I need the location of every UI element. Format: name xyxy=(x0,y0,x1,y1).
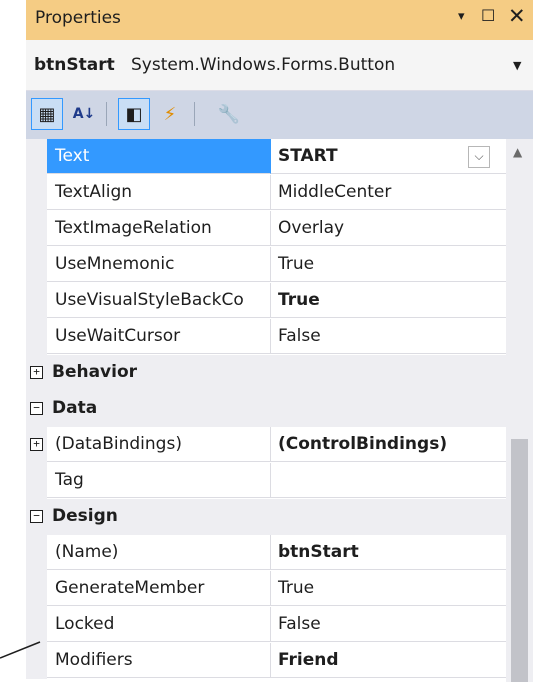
events-button[interactable]: ⚡ xyxy=(154,98,186,130)
expand-icon[interactable]: + xyxy=(30,438,43,451)
property-name[interactable]: Locked xyxy=(47,607,271,642)
property-name[interactable]: TextAlign xyxy=(47,175,271,210)
window-position-dropdown-icon[interactable]: ▾ xyxy=(458,9,465,24)
category-label: Design xyxy=(52,506,118,526)
property-name[interactable]: UseWaitCursor xyxy=(47,319,271,354)
property-name[interactable]: Text xyxy=(47,139,271,174)
properties-icon: ◧ xyxy=(125,103,143,125)
row-gutter xyxy=(26,463,47,499)
events-icon: ⚡ xyxy=(163,103,177,125)
property-value[interactable]: btnStart xyxy=(271,535,506,570)
property-name[interactable]: TextImageRelation xyxy=(47,211,271,246)
close-icon[interactable]: ✕ xyxy=(508,4,526,28)
row-gutter xyxy=(26,283,47,319)
property-row-usevisualstylebackcolor[interactable]: UseVisualStyleBackCo True xyxy=(26,283,506,319)
row-gutter xyxy=(26,247,47,283)
properties-button[interactable]: ◧ xyxy=(118,98,150,130)
property-grid: Text START ⌵ TextAlign MiddleCenter Text… xyxy=(26,139,506,682)
object-selector[interactable]: btnStart System.Windows.Forms.Button ▼ xyxy=(26,40,533,91)
row-gutter xyxy=(26,139,47,175)
value-dropdown-icon[interactable]: ⌵ xyxy=(468,146,490,168)
row-gutter xyxy=(26,175,47,211)
toolbar-separator xyxy=(106,102,107,126)
collapse-icon[interactable]: − xyxy=(30,402,43,415)
maximize-icon[interactable]: ☐ xyxy=(481,6,495,25)
row-gutter xyxy=(26,643,47,679)
property-name[interactable]: UseVisualStyleBackCo xyxy=(47,283,271,318)
alphabetical-button[interactable]: A↓ xyxy=(68,98,100,130)
row-gutter xyxy=(26,607,47,643)
property-row-locked[interactable]: Locked False xyxy=(26,607,506,643)
properties-toolbar: ▦ A↓ ◧ ⚡ 🔧 xyxy=(26,91,533,139)
property-name[interactable]: Tag xyxy=(47,463,271,498)
property-name[interactable]: (Name) xyxy=(47,535,271,570)
vertical-scrollbar[interactable]: ▲ xyxy=(506,139,533,682)
property-name[interactable]: Modifiers xyxy=(47,643,271,678)
property-value[interactable]: False xyxy=(271,319,506,354)
property-value[interactable]: Friend xyxy=(271,643,506,678)
object-type: System.Windows.Forms.Button xyxy=(131,55,396,75)
property-value[interactable]: True xyxy=(271,571,506,606)
object-dropdown-icon[interactable]: ▼ xyxy=(513,59,521,72)
property-row-text[interactable]: Text START ⌵ xyxy=(26,139,506,175)
row-gutter xyxy=(26,571,47,607)
alphabetical-icon: A↓ xyxy=(72,106,96,122)
property-name[interactable]: UseMnemonic xyxy=(47,247,271,282)
row-gutter xyxy=(26,319,47,355)
category-label: Behavior xyxy=(52,362,138,382)
properties-title-bar[interactable]: Properties ▾ ☐ ✕ xyxy=(26,0,533,40)
property-value[interactable]: MiddleCenter xyxy=(271,175,506,210)
toolbar-separator xyxy=(194,102,195,126)
expand-icon[interactable]: + xyxy=(30,366,43,379)
property-pages-button[interactable]: 🔧 xyxy=(213,98,245,130)
property-row-usemnemonic[interactable]: UseMnemonic True xyxy=(26,247,506,283)
property-row-textalign[interactable]: TextAlign MiddleCenter xyxy=(26,175,506,211)
row-gutter xyxy=(26,535,47,571)
category-behavior[interactable]: + Behavior xyxy=(26,355,506,391)
category-data[interactable]: − Data xyxy=(26,391,506,427)
categorized-button[interactable]: ▦ xyxy=(31,98,63,130)
category-design[interactable]: − Design xyxy=(26,499,506,535)
property-name[interactable]: (DataBindings) xyxy=(47,427,271,462)
wrench-icon: 🔧 xyxy=(217,103,241,125)
scroll-up-icon[interactable]: ▲ xyxy=(513,145,522,159)
property-value[interactable]: (ControlBindings) xyxy=(271,427,506,462)
property-value[interactable]: False xyxy=(271,607,506,642)
property-row-databindings[interactable]: + (DataBindings) (ControlBindings) xyxy=(26,427,506,463)
property-value[interactable]: True xyxy=(271,283,506,318)
row-gutter xyxy=(26,211,47,247)
property-row-generatemember[interactable]: GenerateMember True xyxy=(26,571,506,607)
collapse-icon[interactable]: − xyxy=(30,510,43,523)
category-label: Data xyxy=(52,398,98,418)
property-value[interactable] xyxy=(271,463,506,498)
property-row-tag[interactable]: Tag xyxy=(26,463,506,499)
property-value[interactable]: Overlay xyxy=(271,211,506,246)
property-row-usewaitcursor[interactable]: UseWaitCursor False xyxy=(26,319,506,355)
categorized-icon: ▦ xyxy=(38,103,56,125)
property-value[interactable]: True xyxy=(271,247,506,282)
scrollbar-thumb[interactable] xyxy=(511,439,528,682)
panel-title: Properties xyxy=(35,8,121,28)
property-row-modifiers[interactable]: Modifiers Friend xyxy=(26,643,506,679)
property-row-name[interactable]: (Name) btnStart xyxy=(26,535,506,571)
property-name[interactable]: GenerateMember xyxy=(47,571,271,606)
object-name: btnStart xyxy=(34,55,115,75)
property-row-textimagerelation[interactable]: TextImageRelation Overlay xyxy=(26,211,506,247)
